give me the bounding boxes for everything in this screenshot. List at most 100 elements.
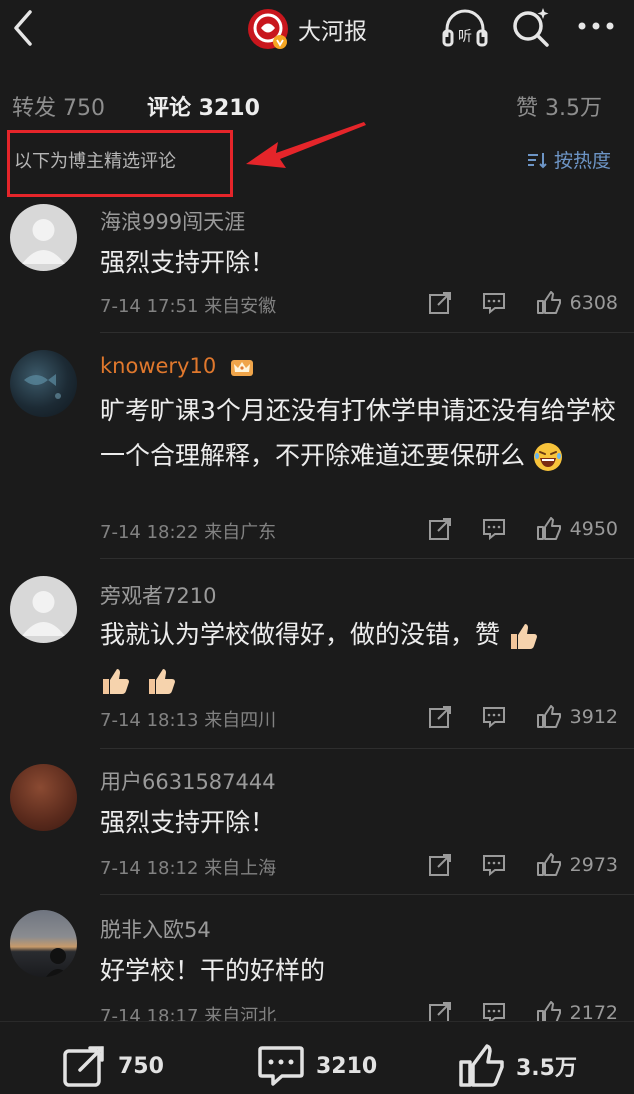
- laughing-emoji-icon: [533, 443, 562, 471]
- headphones-listen-icon[interactable]: 听: [441, 9, 489, 49]
- like-button[interactable]: 4950: [536, 517, 618, 541]
- sunset-person-avatar-icon: [46, 948, 70, 977]
- avatar[interactable]: [10, 350, 77, 417]
- repost-button[interactable]: 750: [62, 1044, 164, 1088]
- comment-username[interactable]: 用户6631587444: [100, 766, 276, 796]
- comment-actions: 2973: [398, 850, 618, 880]
- comment-actions: 2172: [398, 998, 618, 1021]
- search-icon[interactable]: [510, 6, 552, 48]
- comment-item: 旁观者7210 我就认为学校做得好，做的没错，赞 7-14 18:13 来自四川: [0, 566, 634, 752]
- thumbs-up-icon: [536, 1001, 561, 1021]
- red-annotation-arrow-icon: [246, 122, 366, 168]
- account-brand[interactable]: 大河报: [246, 7, 367, 51]
- svg-text:听: 听: [458, 29, 472, 45]
- share-button[interactable]: [428, 517, 452, 541]
- like-count: 2973: [569, 854, 618, 876]
- divider: [100, 558, 634, 559]
- comment-time: 7-14 18:17: [100, 1006, 199, 1021]
- reply-button[interactable]: [482, 705, 506, 729]
- default-avatar-icon: [22, 219, 65, 264]
- comment-meta: 7-14 18:22 来自广东: [100, 518, 276, 544]
- thumbs-up-icon: [536, 853, 561, 876]
- crown-vip-icon: [230, 360, 253, 376]
- comment-time: 7-14 17:51: [100, 296, 199, 317]
- comments-subheader: 以下为博主精选评论 按热度: [0, 122, 634, 197]
- comment-item: 用户6631587444 强烈支持开除！ 7-14 18:12 来自上海 297…: [0, 752, 634, 896]
- comment-item: 脱非入欧54 好学校！干的好样的 7-14 18:17 来自河北 2172: [0, 896, 634, 1021]
- like-count: 3912: [569, 706, 618, 728]
- comment-item: knowery10 旷考旷课3个月还没有打休学申请还没有给学校一个合理解释，不开…: [0, 336, 634, 566]
- comment-location: 来自安徽: [204, 296, 277, 317]
- thumbs-up-emoji-icon: [510, 624, 537, 649]
- comment-location: 来自广东: [204, 522, 277, 543]
- divider: [100, 748, 634, 749]
- share-button[interactable]: [428, 705, 452, 729]
- share-button[interactable]: [428, 1001, 452, 1021]
- comment-text-content: 我就认为学校做得好，做的没错，赞: [100, 620, 501, 649]
- comment-username[interactable]: 脱非入欧54: [100, 914, 211, 944]
- share-button[interactable]: [428, 853, 452, 877]
- avatar[interactable]: [10, 910, 77, 977]
- comment-location: 来自河北: [204, 1006, 277, 1021]
- repost-count: 750: [118, 1053, 164, 1079]
- reply-button[interactable]: [482, 291, 506, 315]
- thumbs-up-emoji-icon: [148, 669, 175, 694]
- reply-button[interactable]: [482, 1001, 506, 1021]
- avatar[interactable]: [10, 576, 77, 643]
- comment-time: 7-14 18:22: [100, 522, 199, 543]
- default-avatar-icon: [22, 591, 65, 636]
- sort-by-heat-button[interactable]: 按热度: [526, 146, 611, 173]
- comment-meta: 7-14 18:17 来自河北: [100, 1002, 276, 1021]
- fish-avatar-icon: [24, 374, 61, 399]
- reply-comment-icon: [482, 707, 505, 729]
- like-button[interactable]: 2973: [536, 853, 618, 877]
- dahebao-logo-icon: [248, 9, 288, 49]
- tab-comments[interactable]: 评论 3210: [147, 90, 260, 122]
- avatar[interactable]: [10, 764, 77, 831]
- comment-button[interactable]: 3210: [258, 1044, 377, 1088]
- bottom-action-bar: 750 3210 3.5万: [0, 1021, 634, 1094]
- like-button[interactable]: 2172: [536, 1001, 618, 1021]
- divider: [100, 332, 634, 333]
- comment-time: 7-14 18:13: [100, 710, 199, 731]
- comment-meta: 7-14 18:12 来自上海: [100, 854, 276, 880]
- share-icon: [428, 292, 451, 314]
- comment-time: 7-14 18:12: [100, 858, 199, 879]
- like-post-button[interactable]: 3.5万: [458, 1044, 577, 1088]
- comment-username[interactable]: knowery10: [100, 354, 255, 378]
- tab-likes[interactable]: 赞 3.5万: [516, 90, 602, 122]
- comment-text: 我就认为学校做得好，做的没错，赞: [100, 612, 620, 702]
- more-options-icon[interactable]: [576, 16, 616, 36]
- sort-label: 按热度: [554, 150, 612, 172]
- like-count: 6308: [569, 292, 618, 314]
- thumbs-up-icon: [536, 517, 561, 540]
- like-button[interactable]: 3912: [536, 705, 618, 729]
- reply-button[interactable]: [482, 853, 506, 877]
- brand-name: 大河报: [298, 19, 367, 45]
- avatar[interactable]: [10, 204, 77, 271]
- reply-comment-icon: [482, 855, 505, 877]
- reply-button[interactable]: [482, 517, 506, 541]
- thumbs-up-icon: [536, 705, 561, 728]
- share-icon: [428, 706, 451, 728]
- comment-count: 3210: [316, 1053, 378, 1079]
- top-bar: 大河报 听: [0, 0, 634, 64]
- comment-actions: 4950: [398, 514, 618, 544]
- comment-text: 旷考旷课3个月还没有打休学申请还没有给学校一个合理解释，不开除难道还要保研么: [100, 388, 620, 478]
- back-arrow-icon[interactable]: [6, 8, 40, 48]
- weibo-comments-screen: 大河报 听 转发 750 评论 3210 赞 3.5万 以下为博主精选评论 按热…: [0, 0, 634, 1094]
- thumbs-up-emoji-icon: [103, 669, 129, 694]
- reply-comment-icon: [482, 293, 505, 315]
- like-count: 4950: [569, 518, 618, 540]
- comment-location: 来自上海: [204, 858, 277, 879]
- share-button[interactable]: [428, 291, 452, 315]
- like-count: 2172: [569, 1002, 618, 1021]
- share-icon: [63, 1046, 104, 1087]
- comment-item: 海浪999闯天涯 强烈支持开除！ 7-14 17:51 来自安徽 6308: [0, 196, 634, 336]
- comment-username[interactable]: 海浪999闯天涯: [100, 206, 245, 236]
- comment-username[interactable]: 旁观者7210: [100, 580, 216, 610]
- like-button[interactable]: 6308: [536, 291, 618, 315]
- comment-actions: 6308: [398, 288, 618, 318]
- tab-reposts[interactable]: 转发 750: [12, 90, 105, 122]
- share-icon: [428, 854, 451, 876]
